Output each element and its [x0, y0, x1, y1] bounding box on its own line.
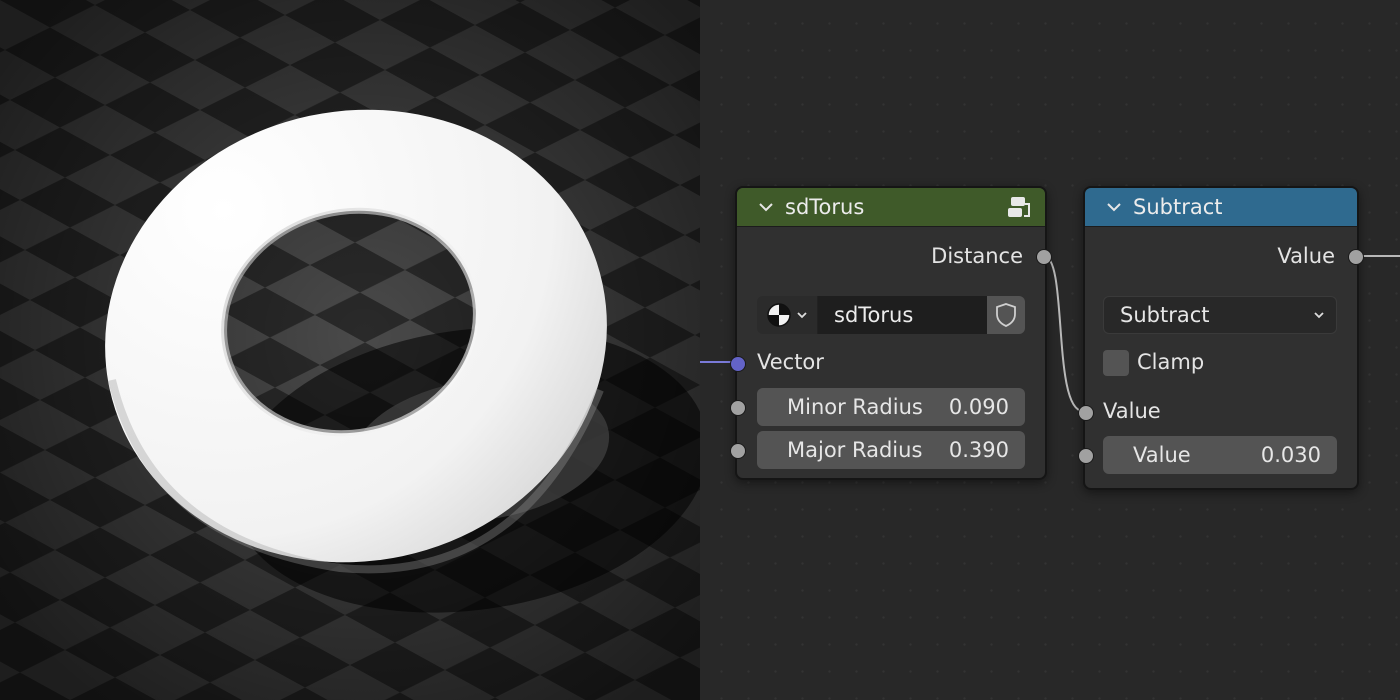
- torus-render: [0, 0, 700, 700]
- sdtorus-title: sdTorus: [785, 195, 865, 219]
- major-radius-value: 0.390: [948, 438, 1009, 462]
- vector-input-socket[interactable]: [730, 356, 746, 372]
- value-output-label: Value: [1277, 244, 1335, 268]
- chevron-down-icon: [1314, 312, 1324, 319]
- shield-icon: [996, 303, 1016, 327]
- node-editor[interactable]: sdTorus Distance sdTorus Vector Minor Ra…: [700, 0, 1400, 700]
- major-radius-socket[interactable]: [730, 443, 746, 459]
- clamp-checkbox[interactable]: [1103, 350, 1129, 376]
- node-group-selector[interactable]: sdTorus: [757, 296, 1025, 334]
- value-input-value-2: 0.030: [1260, 443, 1321, 467]
- value-input-socket-2[interactable]: [1078, 448, 1094, 464]
- distance-output-socket[interactable]: [1036, 249, 1052, 265]
- operation-dropdown[interactable]: Subtract: [1103, 296, 1337, 334]
- subtract-title: Subtract: [1133, 195, 1223, 219]
- sdtorus-node[interactable]: sdTorus Distance sdTorus Vector Minor Ra…: [730, 186, 1052, 480]
- group-name-field[interactable]: sdTorus: [818, 296, 987, 334]
- chevron-down-icon[interactable]: [757, 198, 775, 216]
- node-group-icon[interactable]: [1005, 194, 1033, 222]
- operation-value: Subtract: [1120, 303, 1210, 327]
- 3d-viewport[interactable]: [0, 0, 700, 700]
- chevron-down-icon[interactable]: [1105, 198, 1123, 216]
- node-tree-icon: [767, 303, 791, 327]
- major-radius-label: Major Radius: [787, 438, 923, 462]
- major-radius-field[interactable]: Major Radius 0.390: [757, 431, 1025, 469]
- fake-user-button[interactable]: [987, 296, 1025, 334]
- distance-output-label: Distance: [931, 244, 1023, 268]
- minor-radius-socket[interactable]: [730, 400, 746, 416]
- chevron-down-icon: [797, 312, 807, 319]
- vector-input-label: Vector: [757, 350, 824, 374]
- value-output-socket[interactable]: [1348, 249, 1364, 265]
- value-input-socket-1[interactable]: [1078, 405, 1094, 421]
- minor-radius-field[interactable]: Minor Radius 0.090: [757, 388, 1025, 426]
- minor-radius-value: 0.090: [948, 395, 1009, 419]
- subtract-header[interactable]: Subtract: [1085, 188, 1357, 227]
- group-type-dropdown[interactable]: [757, 296, 818, 334]
- subtract-node[interactable]: Subtract Value Subtract Clamp Value Valu…: [1078, 186, 1364, 490]
- minor-radius-label: Minor Radius: [787, 395, 923, 419]
- link-distance-to-value: [1043, 255, 1084, 412]
- clamp-label: Clamp: [1137, 350, 1205, 374]
- value-input-field[interactable]: Value 0.030: [1103, 436, 1337, 474]
- value-input-label-1: Value: [1103, 399, 1161, 423]
- value-input-label-2: Value: [1133, 443, 1191, 467]
- sdtorus-header[interactable]: sdTorus: [737, 188, 1045, 227]
